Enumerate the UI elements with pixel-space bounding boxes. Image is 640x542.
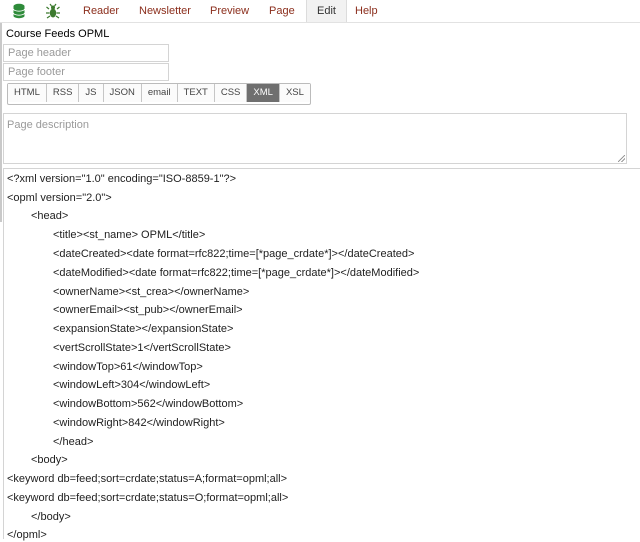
resize-handle-icon[interactable] bbox=[618, 155, 625, 162]
code-line: <windowBottom>562</windowBottom> bbox=[53, 398, 244, 410]
tab-html[interactable]: HTML bbox=[8, 84, 47, 102]
code-line: <body> bbox=[31, 454, 68, 466]
nav-preview[interactable]: Preview bbox=[210, 0, 249, 22]
code-line: <ownerName><st_crea></ownerName> bbox=[53, 286, 250, 298]
tab-xsl[interactable]: XSL bbox=[279, 84, 310, 102]
nav-page[interactable]: Page bbox=[269, 0, 295, 22]
code-editor[interactable]: <?xml version="1.0" encoding="ISO-8859-1… bbox=[3, 168, 640, 541]
tab-text[interactable]: TEXT bbox=[177, 84, 215, 102]
code-line: <head> bbox=[31, 210, 69, 222]
code-line: </head> bbox=[53, 436, 94, 448]
page-title: Course Feeds OPML bbox=[6, 28, 110, 40]
code-line: <vertScrollState>1</vertScrollState> bbox=[53, 342, 231, 354]
format-tabs: HTML RSS JS JSON email TEXT CSS XML XSL bbox=[7, 83, 311, 105]
code-line: <keyword db=feed;sort=crdate;status=O;fo… bbox=[7, 492, 289, 504]
tab-css[interactable]: CSS bbox=[214, 84, 248, 102]
code-line: <dateCreated><date format=rfc822;time=[*… bbox=[53, 248, 415, 260]
code-line: <windowLeft>304</windowLeft> bbox=[53, 379, 211, 391]
database-icon[interactable] bbox=[10, 2, 28, 20]
nav-help[interactable]: Help bbox=[355, 0, 378, 22]
code-line: <windowTop>61</windowTop> bbox=[53, 361, 203, 373]
left-scroll-indicator bbox=[0, 22, 2, 222]
bug-icon[interactable] bbox=[44, 2, 62, 20]
page-description-field[interactable]: Page description bbox=[3, 113, 627, 164]
code-line: <opml version="2.0"> bbox=[7, 192, 112, 204]
nav-newsletter[interactable]: Newsletter bbox=[139, 0, 191, 22]
code-line: <keyword db=feed;sort=crdate;status=A;fo… bbox=[7, 473, 288, 485]
tab-xml[interactable]: XML bbox=[247, 84, 280, 102]
tab-js[interactable]: JS bbox=[79, 84, 104, 102]
top-navigation: Reader Newsletter Preview Page Edit Help bbox=[0, 0, 640, 23]
nav-edit[interactable]: Edit bbox=[306, 0, 347, 22]
code-line: <expansionState></expansionState> bbox=[53, 323, 234, 335]
tab-json[interactable]: JSON bbox=[103, 84, 142, 102]
page-footer-field[interactable]: Page footer bbox=[3, 63, 169, 81]
nav-reader[interactable]: Reader bbox=[83, 0, 119, 22]
code-line: </body> bbox=[31, 511, 71, 523]
code-line: <ownerEmail><st_pub></ownerEmail> bbox=[53, 304, 243, 316]
tab-rss[interactable]: RSS bbox=[46, 84, 80, 102]
code-line: </opml> bbox=[7, 529, 47, 541]
code-line: <dateModified><date format=rfc822;time=[… bbox=[53, 267, 420, 279]
page-header-field[interactable]: Page header bbox=[3, 44, 169, 62]
tab-email[interactable]: email bbox=[141, 84, 178, 102]
code-line: <title><st_name> OPML</title> bbox=[53, 229, 206, 241]
code-line: <?xml version="1.0" encoding="ISO-8859-1… bbox=[7, 173, 237, 185]
page-description-placeholder: Page description bbox=[7, 119, 89, 131]
code-line: <windowRight>842</windowRight> bbox=[53, 417, 225, 429]
